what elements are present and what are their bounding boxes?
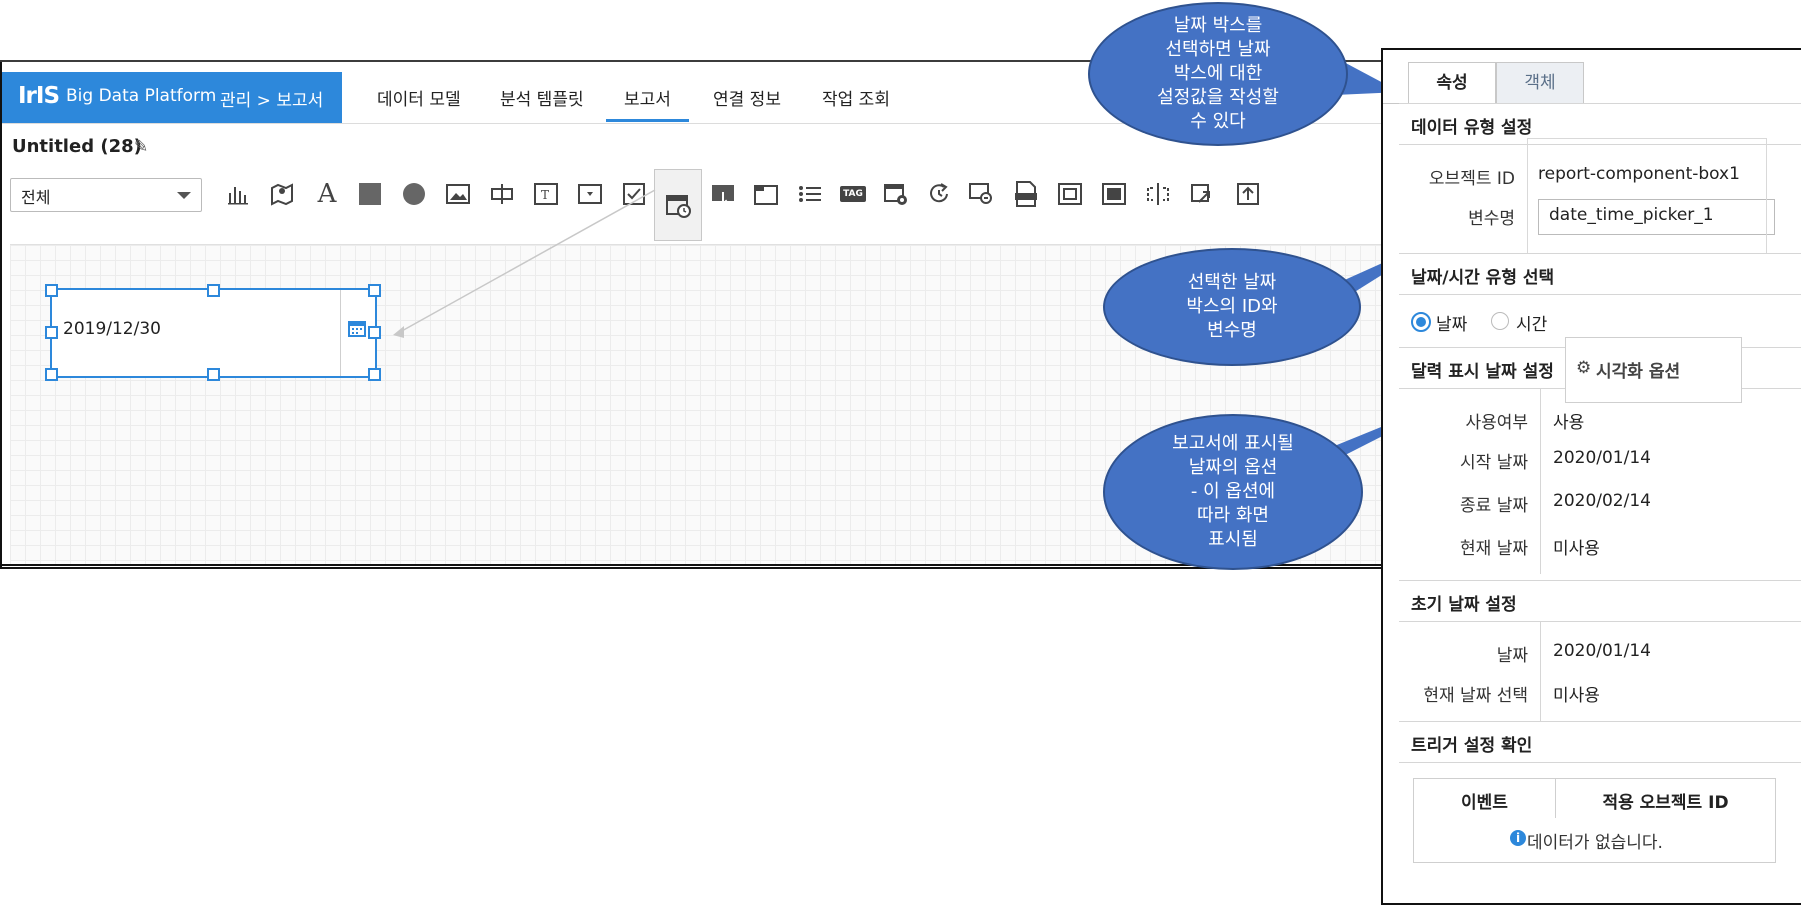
use-value: 사용	[1553, 413, 1585, 433]
use-label: 사용여부	[1465, 413, 1528, 433]
info-icon: i	[1510, 830, 1526, 846]
row-divider	[1540, 388, 1541, 574]
trigger-col-object-id: 적용 오브젝트 ID	[1602, 793, 1729, 813]
initial-today-value: 미사용	[1553, 686, 1600, 706]
tab-properties[interactable]: 속성	[1408, 62, 1496, 104]
callout-select-date-box: 날짜 박스를 선택하면 날짜 박스에 대한 설정값을 작성할 수 있다	[1088, 2, 1348, 146]
trigger-table-header: 이벤트 적용 오브젝트 ID	[1413, 778, 1776, 820]
radio-time-label: 시간	[1516, 315, 1548, 335]
section-calendar-display-title: 달력 표시 날짜 설정	[1411, 362, 1554, 382]
radio-date-label: 날짜	[1436, 315, 1468, 335]
end-date-value: 2020/02/14	[1553, 491, 1651, 511]
object-id-label: 오브젝트 ID	[1428, 169, 1515, 189]
callout-display-options: 보고서에 표시될 날짜의 옵션 - 이 옵션에 따라 화면 표시됨	[1103, 414, 1363, 570]
end-date-label: 종료 날짜	[1460, 496, 1528, 516]
radio-date[interactable]	[1411, 312, 1431, 332]
initial-date-label: 날짜	[1496, 646, 1528, 666]
initial-today-label: 현재 날짜 선택	[1423, 686, 1528, 706]
current-date-label: 현재 날짜	[1460, 539, 1528, 559]
trigger-table-empty-row: i 데이터가 없습니다.	[1413, 818, 1776, 863]
section-datetime-type-title: 날짜/시간 유형 선택	[1411, 268, 1555, 288]
property-panel: 속성 객체 데이터 유형 설정 오브젝트 ID report-component…	[1381, 48, 1801, 905]
visualization-option-button[interactable]: ⚙ 시각화 옵션	[1565, 337, 1742, 403]
current-date-value: 미사용	[1553, 539, 1600, 559]
section-initial-date-title: 초기 날짜 설정	[1411, 595, 1517, 615]
section-trigger-title: 트리거 설정 확인	[1411, 736, 1533, 756]
tab-objects[interactable]: 객체	[1496, 62, 1584, 104]
trigger-col-event: 이벤트	[1461, 793, 1508, 813]
radio-time[interactable]	[1491, 312, 1509, 330]
variable-name-label: 변수명	[1468, 209, 1515, 229]
section-data-type-title: 데이터 유형 설정	[1411, 118, 1533, 138]
section-trigger: 트리거 설정 확인	[1399, 721, 1801, 763]
gear-icon: ⚙	[1576, 358, 1592, 378]
section-datetime-type: 날짜/시간 유형 선택	[1399, 253, 1801, 295]
callout-id-and-variable: 선택한 날짜 박스의 ID와 변수명	[1103, 248, 1361, 366]
trigger-empty-message: 데이터가 없습니다.	[1527, 833, 1663, 853]
initial-date-value: 2020/01/14	[1553, 641, 1651, 661]
start-date-value: 2020/01/14	[1553, 448, 1651, 468]
visualization-option-label: 시각화 옵션	[1596, 362, 1681, 382]
section-initial-date: 초기 날짜 설정	[1399, 580, 1801, 622]
highlight-box-id	[1527, 138, 1767, 270]
row-divider	[1540, 621, 1541, 721]
start-date-label: 시작 날짜	[1460, 453, 1528, 473]
